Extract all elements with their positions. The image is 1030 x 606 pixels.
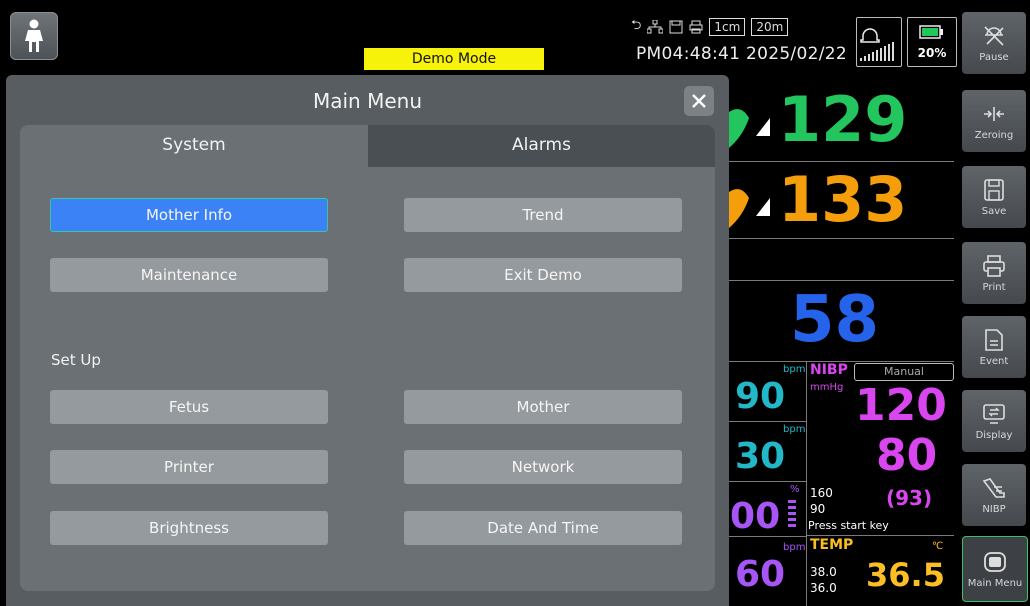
nibp-unit: mmHg <box>810 382 844 393</box>
resp-unit: bpm <box>783 424 806 435</box>
nibp-limit-low: 90 <box>810 502 826 516</box>
setup-heading: Set Up <box>51 351 101 369</box>
demo-mode-badge: Demo Mode <box>364 48 544 70</box>
temp-value: 36.5 <box>866 556 945 594</box>
close-icon <box>692 94 706 108</box>
print-label: Print <box>982 282 1006 293</box>
divider <box>729 280 954 281</box>
fetus-button[interactable]: Fetus <box>50 390 328 424</box>
arrow-icon <box>756 198 770 216</box>
document-icon <box>985 329 1003 351</box>
divider <box>806 535 954 536</box>
close-button[interactable] <box>684 86 714 116</box>
heart-icon <box>729 109 749 148</box>
save-icon <box>984 179 1004 201</box>
main-menu-button[interactable]: Main Menu <box>962 536 1028 602</box>
battery-indicator: 20% <box>907 17 957 67</box>
nibp-hint: Press start key <box>808 519 889 532</box>
temp-limit-high: 38.0 <box>810 565 837 579</box>
display-label: Display <box>975 430 1013 441</box>
divider <box>806 361 807 606</box>
exit-demo-button[interactable]: Exit Demo <box>404 258 682 292</box>
mother-info-button[interactable]: Mother Info <box>50 198 328 232</box>
nibp-mode: Manual <box>854 363 954 381</box>
save-label: Save <box>981 206 1007 217</box>
divider <box>729 536 806 537</box>
main-menu-label: Main Menu <box>967 578 1023 589</box>
arrow-icon <box>756 118 770 136</box>
bp-cuff-icon <box>982 478 1005 498</box>
battery-icon <box>919 25 943 39</box>
divider <box>729 481 806 482</box>
event-button[interactable]: Event <box>962 316 1026 378</box>
printer-status-icon <box>689 20 703 34</box>
usb-icon: ⮌ <box>631 18 642 33</box>
display-button[interactable]: Display <box>962 390 1026 452</box>
printer-button[interactable]: Printer <box>50 450 328 484</box>
temp-limit-low: 36.0 <box>810 581 837 595</box>
spo2-unit: % <box>790 484 800 495</box>
hr-value: 90 <box>735 376 786 417</box>
nibp-limit-high: 160 <box>810 486 833 500</box>
pr-unit: bpm <box>783 542 806 553</box>
zeroing-label: Zeroing <box>974 130 1014 141</box>
mother-button[interactable]: Mother <box>404 390 682 424</box>
pr-value: 60 <box>735 554 786 595</box>
nibp-diastolic: 80 <box>876 430 938 481</box>
network-button[interactable]: Network <box>404 450 682 484</box>
print-scale-tag: 1cm <box>709 18 746 36</box>
nibp-label: NIBP <box>982 504 1006 515</box>
dialog-title: Main Menu <box>312 89 422 113</box>
toco-value: 58 <box>790 283 880 357</box>
brightness-button[interactable]: Brightness <box>50 511 328 545</box>
alarm-pause-icon <box>984 26 1004 46</box>
person-icon <box>25 19 43 52</box>
network-icon <box>647 20 664 34</box>
bell-icon <box>860 28 894 61</box>
zeroing-icon <box>984 107 1004 121</box>
battery-percent: 20% <box>917 46 947 60</box>
event-label: Event <box>979 356 1009 367</box>
heart-icon <box>729 189 749 228</box>
tab-system[interactable]: System <box>20 135 368 155</box>
main-menu-dialog: Main Menu System Alarms Mother Info Tren… <box>6 75 729 606</box>
hr-unit: bpm <box>783 364 806 375</box>
divider <box>729 421 806 422</box>
menu-icon <box>984 552 1006 572</box>
print-button[interactable]: Print <box>962 242 1026 304</box>
nibp-map: (93) <box>886 486 933 510</box>
spo2-bar <box>788 500 796 530</box>
print-speed-tag: 20m <box>751 18 789 36</box>
zeroing-button[interactable]: Zeroing <box>962 90 1026 152</box>
nibp-title: NIBP <box>810 362 848 378</box>
display-icon <box>983 404 1005 424</box>
patient-type-button[interactable] <box>10 12 58 60</box>
trend-button[interactable]: Trend <box>404 198 682 232</box>
pause-button[interactable]: Pause <box>962 12 1026 74</box>
fhr1-value: 129 <box>778 83 908 156</box>
resp-value: 30 <box>735 436 786 477</box>
alarm-volume-indicator[interactable] <box>856 17 902 67</box>
date-time-button[interactable]: Date And Time <box>404 511 682 545</box>
temp-unit: ℃ <box>932 541 944 552</box>
clock: PM04:48:41 2025/02/22 <box>636 44 847 64</box>
status-icons: ⮌ 1cm 20m <box>631 16 789 38</box>
print-icon <box>983 255 1005 277</box>
maintenance-button[interactable]: Maintenance <box>50 258 328 292</box>
temp-title: TEMP <box>810 537 854 553</box>
save-button[interactable]: Save <box>962 166 1026 228</box>
fhr2-value: 133 <box>778 163 908 236</box>
divider <box>729 238 954 239</box>
storage-icon <box>669 20 683 34</box>
divider <box>729 161 954 162</box>
nibp-button[interactable]: NIBP <box>962 464 1026 526</box>
nibp-systolic: 120 <box>855 380 947 431</box>
pause-label: Pause <box>979 52 1009 63</box>
tab-alarms-label[interactable]: Alarms <box>368 135 715 155</box>
